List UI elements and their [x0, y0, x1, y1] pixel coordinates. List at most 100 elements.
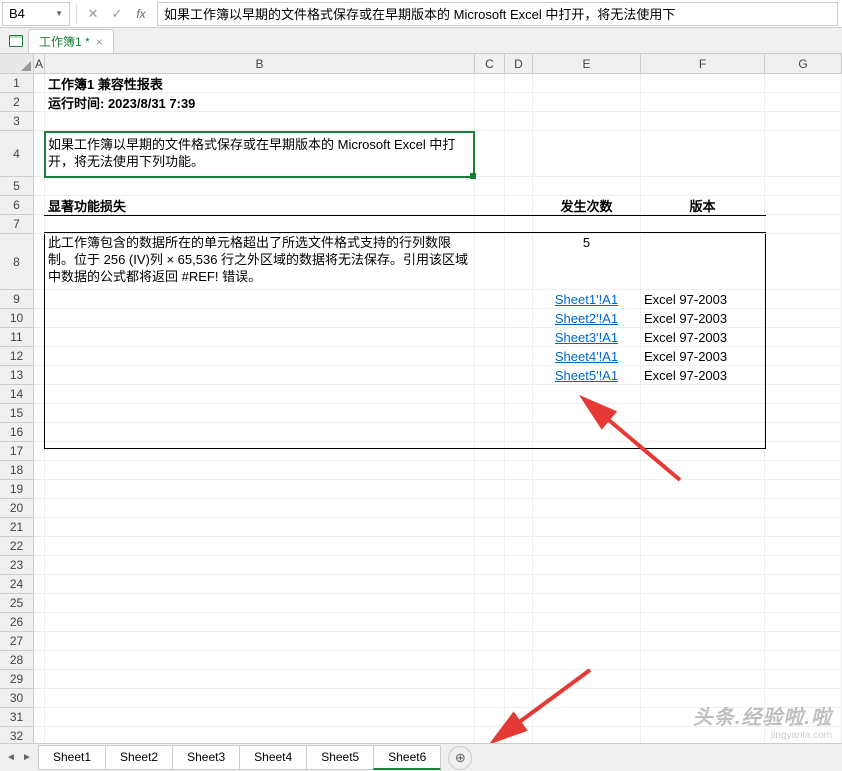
- cell[interactable]: [475, 613, 505, 632]
- cell[interactable]: [34, 594, 45, 613]
- col-header-c[interactable]: C: [475, 54, 505, 73]
- sheet-ref-link[interactable]: Sheet1'!A1: [555, 292, 618, 307]
- cell[interactable]: [765, 74, 842, 93]
- cell[interactable]: [475, 423, 505, 442]
- cell[interactable]: [505, 480, 533, 499]
- row-header[interactable]: 17: [0, 442, 34, 461]
- cell[interactable]: [475, 347, 505, 366]
- sheet-tab-sheet1[interactable]: Sheet1: [38, 745, 106, 770]
- cell[interactable]: [475, 708, 505, 727]
- cell[interactable]: [641, 234, 765, 290]
- col-header-e[interactable]: E: [533, 54, 641, 73]
- row-header[interactable]: 7: [0, 215, 34, 234]
- cell[interactable]: [641, 537, 765, 556]
- sheet-tab-sheet2[interactable]: Sheet2: [105, 745, 173, 770]
- cell[interactable]: [641, 74, 765, 93]
- cell[interactable]: [505, 499, 533, 518]
- cell[interactable]: [505, 442, 533, 461]
- cell[interactable]: [45, 575, 475, 594]
- cell-link[interactable]: Sheet5'!A1: [533, 366, 641, 385]
- sheet-nav-last-icon[interactable]: ►: [20, 751, 34, 765]
- cell[interactable]: [641, 215, 765, 234]
- cell[interactable]: [475, 309, 505, 328]
- cell[interactable]: [475, 93, 505, 112]
- cell[interactable]: [533, 112, 641, 131]
- row-header[interactable]: 30: [0, 689, 34, 708]
- cell[interactable]: [34, 347, 45, 366]
- cell[interactable]: [34, 328, 45, 347]
- cell-version[interactable]: Excel 97-2003: [641, 328, 765, 347]
- row-header[interactable]: 14: [0, 385, 34, 404]
- cell[interactable]: [475, 556, 505, 575]
- cell[interactable]: [34, 309, 45, 328]
- cell[interactable]: [533, 632, 641, 651]
- cell[interactable]: [475, 290, 505, 309]
- col-header-d[interactable]: D: [505, 54, 533, 73]
- cell[interactable]: [533, 74, 641, 93]
- cell[interactable]: [505, 366, 533, 385]
- row-header[interactable]: 11: [0, 328, 34, 347]
- cell[interactable]: [765, 480, 842, 499]
- cell[interactable]: [765, 632, 842, 651]
- cell[interactable]: [765, 499, 842, 518]
- sheet-ref-link[interactable]: Sheet2'!A1: [555, 311, 618, 326]
- cell[interactable]: [45, 632, 475, 651]
- cell[interactable]: [765, 328, 842, 347]
- cell[interactable]: [765, 385, 842, 404]
- cell-runtime[interactable]: 运行时间: 2023/8/31 7:39: [45, 93, 475, 112]
- row-header[interactable]: 21: [0, 518, 34, 537]
- cell[interactable]: [765, 366, 842, 385]
- cell[interactable]: [765, 404, 842, 423]
- cell[interactable]: [765, 651, 842, 670]
- col-header-a[interactable]: A: [34, 54, 45, 73]
- cell[interactable]: [34, 651, 45, 670]
- cell-header3[interactable]: 版本: [641, 196, 765, 215]
- cell[interactable]: [533, 177, 641, 196]
- cell[interactable]: [34, 518, 45, 537]
- cell[interactable]: [641, 480, 765, 499]
- cell[interactable]: [34, 234, 45, 290]
- cell[interactable]: [533, 480, 641, 499]
- row-header[interactable]: 18: [0, 461, 34, 480]
- cell[interactable]: [641, 556, 765, 575]
- cell[interactable]: [475, 537, 505, 556]
- cell[interactable]: [34, 112, 45, 131]
- cell[interactable]: [641, 461, 765, 480]
- row-header[interactable]: 27: [0, 632, 34, 651]
- cell[interactable]: [641, 575, 765, 594]
- cell[interactable]: [765, 290, 842, 309]
- cell[interactable]: [45, 480, 475, 499]
- cell[interactable]: [34, 537, 45, 556]
- cell-version[interactable]: Excel 97-2003: [641, 290, 765, 309]
- row-header[interactable]: 5: [0, 177, 34, 196]
- confirm-formula-button[interactable]: ✓: [105, 2, 129, 26]
- cell[interactable]: [505, 651, 533, 670]
- col-header-g[interactable]: G: [765, 54, 842, 73]
- cell[interactable]: [533, 575, 641, 594]
- cell[interactable]: [505, 347, 533, 366]
- cell[interactable]: [765, 177, 842, 196]
- cell[interactable]: [505, 708, 533, 727]
- cell[interactable]: [475, 670, 505, 689]
- cell-link[interactable]: Sheet1'!A1: [533, 290, 641, 309]
- cell[interactable]: [475, 234, 505, 290]
- cell[interactable]: [765, 234, 842, 290]
- row-header[interactable]: 2: [0, 93, 34, 112]
- sheet-ref-link[interactable]: Sheet4'!A1: [555, 349, 618, 364]
- cell[interactable]: [505, 385, 533, 404]
- cell[interactable]: [475, 632, 505, 651]
- sheet-nav-first-icon[interactable]: ◄: [4, 751, 18, 765]
- cell[interactable]: [34, 215, 45, 234]
- cell[interactable]: [475, 215, 505, 234]
- cell[interactable]: [34, 93, 45, 112]
- cell[interactable]: [641, 594, 765, 613]
- cell[interactable]: [641, 689, 765, 708]
- row-header[interactable]: 19: [0, 480, 34, 499]
- cell[interactable]: [45, 518, 475, 537]
- workbook-tab[interactable]: 工作簿1 * ×: [28, 29, 114, 53]
- cell[interactable]: [505, 461, 533, 480]
- cell[interactable]: [533, 689, 641, 708]
- cell[interactable]: [765, 347, 842, 366]
- cell[interactable]: [45, 112, 475, 131]
- cell[interactable]: [533, 423, 641, 442]
